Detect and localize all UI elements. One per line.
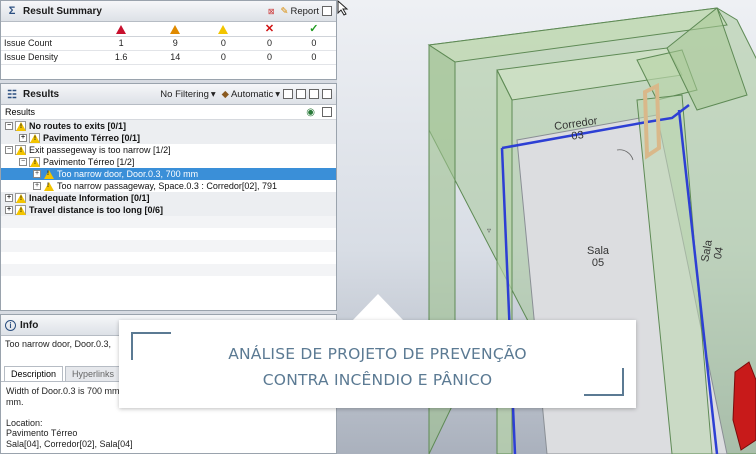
filter-label: No Filtering [160, 88, 209, 100]
summary-row-issue-count: Issue Count 1 9 0 0 0 [1, 36, 336, 51]
chevron-down-icon: ▾ [275, 88, 280, 100]
warning-icon: ! [43, 181, 54, 191]
results-column-label: Results [5, 107, 36, 117]
report-button[interactable]: ✎ Report [281, 6, 319, 17]
warning-icon: ! [15, 145, 26, 155]
warning-icon: ! [29, 157, 40, 167]
result-summary-titlebar: Σ Result Summary ⊠ ✎ Report [1, 1, 336, 22]
tree-row-label: Exit passegeway is too narrow [1/2] [29, 145, 171, 155]
warning-icon: ! [15, 193, 26, 203]
tree-row-label: Travel distance is too long [0/6] [29, 205, 164, 215]
tree-row[interactable]: +! Too narrow door, Door.0.3, 700 mm [1, 168, 336, 180]
tree-row[interactable]: −! No routes to exits [0/1] [1, 120, 336, 132]
tab-description[interactable]: Description [4, 366, 64, 381]
results-tree-empty-area [1, 216, 336, 286]
tree-row-label: Too narrow passageway, Space.0.3 : Corre… [57, 181, 277, 191]
info-title: Info [20, 319, 39, 331]
low-warning-icon[interactable] [199, 22, 248, 37]
room-name: Sala [587, 245, 610, 257]
maximize-button[interactable] [322, 89, 332, 99]
expand-icon[interactable]: + [5, 194, 13, 202]
tree-row-label: Pavimento Térreo [1/2] [43, 157, 135, 167]
room-number: 05 [591, 257, 605, 269]
caption-line-2: CONTRA INCÊNDIO E PÂNICO [262, 371, 493, 389]
collapse-icon[interactable]: − [5, 122, 13, 130]
caption-overlay: ANÁLISE DE PROJETO DE PREVENÇÃO CONTRA I… [119, 320, 636, 408]
expand-all-button[interactable] [283, 89, 293, 99]
warning-icon: ! [15, 205, 26, 215]
critical-warning-icon[interactable] [91, 22, 152, 37]
caption-line-1: ANÁLISE DE PROJETO DE PREVENÇÃO [228, 345, 527, 363]
result-summary-title: Result Summary [23, 5, 102, 17]
summary-cell: 1 [91, 36, 152, 51]
moderate-warning-icon[interactable] [151, 22, 200, 37]
summary-row-issue-density: Issue Density 1.6 14 0 0 0 [1, 50, 336, 65]
tab-hyperlinks[interactable]: Hyperlinks [65, 366, 122, 381]
globe-icon[interactable]: ◉ [306, 107, 315, 118]
warning-icon: ! [29, 133, 40, 143]
summary-table: ✕ ✓ Issue Count 1 9 0 0 0 Issue Density … [1, 22, 336, 65]
results-column-header: Results ◉ [1, 105, 336, 120]
summary-cell: 0 [247, 50, 292, 65]
summary-cell: 0 [199, 50, 248, 65]
automatic-dropdown[interactable]: ◆ Automatic ▾ [222, 89, 280, 100]
list-view-button[interactable] [309, 89, 319, 99]
tree-row[interactable]: +! Travel distance is too long [0/6] [1, 204, 336, 216]
room-label-sala-04: Sala 04 [699, 239, 726, 265]
tree-row-label: Pavimento Térreo [0/1] [43, 133, 141, 143]
summary-cell: 0 [199, 36, 248, 51]
results-tree-icon: ☷ [7, 88, 17, 101]
summary-cell: 0 [247, 36, 292, 51]
collapse-icon[interactable]: − [19, 158, 27, 166]
expand-icon[interactable]: + [33, 170, 41, 178]
tree-row[interactable]: +! Inadequate Information [0/1] [1, 192, 336, 204]
summary-cell: 1.6 [91, 50, 152, 65]
expand-icon[interactable]: + [19, 134, 27, 142]
results-tree: −! No routes to exits [0/1] +! Pavimento Té… [1, 120, 336, 216]
tree-row[interactable]: −! Pavimento Térreo [1/2] [1, 156, 336, 168]
accepted-check-icon[interactable]: ✓ [291, 22, 336, 37]
report-label: Report [290, 5, 319, 17]
filter-dropdown[interactable]: No Filtering ▾ [160, 89, 215, 100]
tree-row-label: Inadequate Information [0/1] [29, 193, 150, 203]
summary-header-blank [1, 22, 91, 37]
summary-cell: 9 [151, 36, 200, 51]
results-titlebar: ☷ Results No Filtering ▾ ◆ Automatic ▾ [1, 84, 336, 105]
report-icon: ✎ [280, 5, 289, 17]
results-title: Results [23, 88, 60, 100]
mouse-cursor-icon [337, 0, 349, 16]
settings-button[interactable] [322, 107, 332, 117]
summary-cell: 0 [291, 50, 336, 65]
automatic-label: Automatic [230, 88, 274, 100]
tree-row[interactable]: −! Exit passegeway is too narrow [1/2] [1, 144, 336, 156]
result-summary-panel: Σ Result Summary ⊠ ✎ Report ✕ ✓ Issue Co… [0, 0, 337, 80]
info-icon: i [5, 319, 16, 331]
automatic-icon: ◆ [221, 88, 229, 100]
callout-pointer [352, 294, 404, 321]
expand-icon[interactable]: + [5, 206, 13, 214]
results-panel: ☷ Results No Filtering ▾ ◆ Automatic ▾ R… [0, 83, 337, 311]
chevron-down-icon: ▾ [210, 88, 216, 100]
summary-header-row: ✕ ✓ [1, 22, 336, 37]
collapse-icon[interactable]: − [5, 146, 13, 154]
summary-row-label: Issue Density [1, 50, 91, 65]
export-icon[interactable]: ⊠ [268, 7, 275, 16]
svg-text:▿: ▿ [487, 226, 491, 235]
expand-icon[interactable]: + [33, 182, 41, 190]
tree-row-label: No routes to exits [0/1] [29, 121, 127, 131]
summary-cell: 14 [151, 50, 200, 65]
maximize-button[interactable] [322, 6, 332, 16]
collapse-all-button[interactable] [296, 89, 306, 99]
tree-row-label: Too narrow door, Door.0.3, 700 mm [57, 169, 199, 179]
tree-row[interactable]: +! Too narrow passageway, Space.0.3 : Cor… [1, 180, 336, 192]
sigma-icon: Σ [8, 5, 16, 17]
warning-icon: ! [43, 169, 54, 179]
rejected-x-icon[interactable]: ✕ [247, 22, 292, 37]
warning-icon: ! [15, 121, 26, 131]
tree-row[interactable]: +! Pavimento Térreo [0/1] [1, 132, 336, 144]
room-label-sala-05: Sala 05 [587, 245, 609, 269]
summary-row-label: Issue Count [1, 36, 91, 51]
bim-model-checker-app: Σ Result Summary ⊠ ✎ Report ✕ ✓ Issue Co… [0, 0, 756, 454]
summary-cell: 0 [291, 36, 336, 51]
